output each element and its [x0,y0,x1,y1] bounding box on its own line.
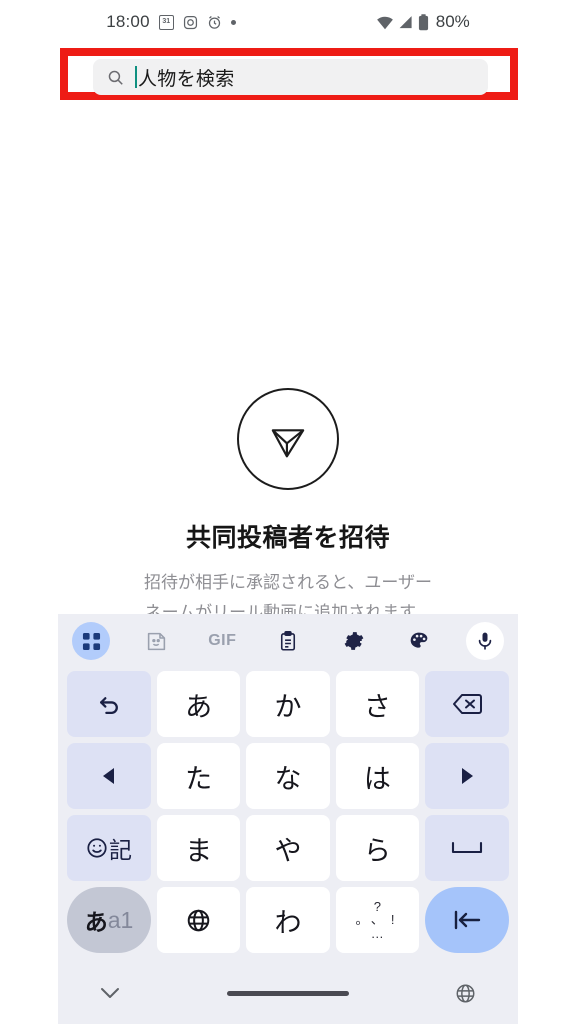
apps-grid-icon[interactable] [72,622,110,660]
calendar-31-icon: 31 [158,14,174,30]
punct-cell: … [370,925,384,941]
punct-cell: ? [373,899,381,915]
status-bar-left: 18:00 31 [106,12,236,32]
key-na[interactable]: な [246,743,330,809]
keyboard-row: あ か さ [64,668,512,740]
keyboard-row: た な は [64,740,512,812]
punctuation-key[interactable]: ? 。 、 ! … [335,887,419,953]
input-mode-primary: あ [84,909,108,935]
keyboard-row: 記 ま や ら [64,812,512,884]
send-paper-plane-icon [237,388,339,490]
space-key[interactable] [424,815,509,881]
chevron-down-icon[interactable] [100,987,120,1000]
status-time: 18:00 [106,12,150,31]
empty-state-subtitle-line1: 招待が相手に承認されると、ユーザー [144,573,432,592]
undo-key[interactable] [67,671,151,737]
palette-icon[interactable] [400,622,438,660]
alarm-clock-icon [207,15,222,30]
punct-cell: 。 [355,912,369,928]
status-bar-right: 80% [376,12,470,32]
search-input[interactable]: 人物を検索 [93,59,488,95]
dot-icon [230,19,236,25]
battery-percent-label: 80% [435,12,470,31]
input-mode-secondary: a1 [107,906,134,933]
sticker-icon[interactable] [138,622,176,660]
wifi-icon [376,15,394,30]
status-bar: 18:00 31 80% [0,0,576,44]
signal-icon [398,15,414,30]
key-wa[interactable]: わ [246,887,330,953]
punct-cell: 、 [370,912,384,928]
clipboard-icon[interactable] [269,622,307,660]
gif-icon[interactable]: GIF [203,622,241,660]
punctuation-grid: ? 。 、 ! … [354,900,400,940]
key-ra[interactable]: ら [335,815,419,881]
text-caret [135,66,137,88]
search-value-wrap: 人物を検索 [135,64,235,91]
key-ta[interactable]: た [157,743,241,809]
system-nav-bar [58,962,518,1024]
search-icon [107,69,124,86]
search-highlight-box: 人物を検索 [60,48,518,100]
key-ya[interactable]: や [246,815,330,881]
globe-icon[interactable] [455,983,476,1004]
key-ka[interactable]: か [246,671,330,737]
empty-state: 共同投稿者を招待 招待が相手に承認されると、ユーザー ネームがリール動画に追加さ… [0,388,576,628]
search-value: 人物を検索 [138,68,235,90]
key-ma[interactable]: ま [157,815,241,881]
key-ha[interactable]: は [335,743,419,809]
key-sa[interactable]: さ [335,671,419,737]
home-indicator[interactable] [226,990,349,996]
input-mode-key[interactable]: あ a1 [67,887,151,953]
page-title: 共同投稿者を招待 [185,524,390,552]
key-a[interactable]: あ [157,671,241,737]
keyboard-toolbar: GIF [58,614,518,668]
emoji-symbol-label: 記 [86,831,132,865]
instagram-icon [183,15,198,30]
backspace-key[interactable] [424,671,509,737]
gear-icon[interactable] [335,622,373,660]
keyboard-row: あ a1 わ ? 。 、 ! … [64,884,512,956]
mic-icon[interactable] [465,622,504,660]
emoji-symbol-key[interactable]: 記 [67,815,151,881]
cursor-left-key[interactable] [67,743,151,809]
battery-icon [418,13,429,31]
cursor-right-key[interactable] [424,743,509,809]
keyboard-keys: あ か さ た な は 記 ま や ら あ a1 わ ? 。 、 ! … [58,668,518,956]
enter-key[interactable] [424,887,509,953]
globe-language-key[interactable] [157,887,241,953]
punct-cell: ! [390,912,395,928]
